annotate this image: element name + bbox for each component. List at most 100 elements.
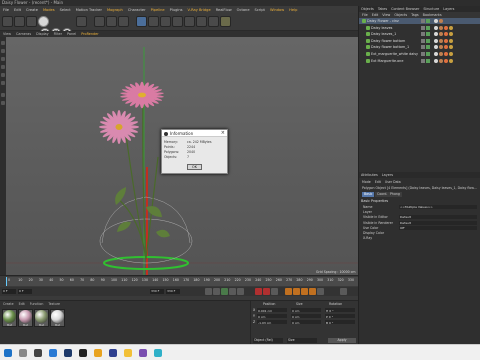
make-editable-tool[interactable] <box>1 41 5 45</box>
material-tag-icon[interactable] <box>444 58 448 63</box>
material-tag-icon[interactable] <box>449 45 453 50</box>
material-menu-create[interactable]: Create <box>3 302 14 306</box>
cube-button[interactable] <box>136 16 147 27</box>
light-button[interactable] <box>220 16 231 27</box>
material-tag-icon[interactable] <box>444 32 448 37</box>
material-tag-icon[interactable] <box>444 45 448 50</box>
position-key-button[interactable] <box>285 288 292 295</box>
object-menu-objects[interactable]: Objects <box>394 13 407 17</box>
end-frame-field[interactable]: 330 F <box>150 289 164 294</box>
material-tag-icon[interactable] <box>439 19 443 23</box>
menu-item-motion-tracker[interactable]: Motion Tracker <box>76 8 102 12</box>
attribute-menu-user-data[interactable]: User Data <box>385 180 401 184</box>
menu-item-character[interactable]: Character <box>128 8 146 12</box>
material-tag-icon[interactable] <box>439 45 443 50</box>
attribute-manager-tab-layers[interactable]: Layers <box>382 173 393 177</box>
material-tag-icon[interactable] <box>439 38 443 43</box>
close-icon[interactable]: × <box>221 130 225 137</box>
cloner-button[interactable] <box>172 16 183 27</box>
material-tag-icon[interactable] <box>449 32 453 37</box>
render-view-button[interactable] <box>94 16 105 27</box>
object-tab-content-browser[interactable]: Content Browser <box>391 7 419 11</box>
move-tool-button[interactable] <box>38 16 49 27</box>
menu-item-realflow[interactable]: RealFlow <box>216 8 232 12</box>
menu-item-octane[interactable]: Octane <box>237 8 250 12</box>
playhead[interactable] <box>6 277 7 286</box>
workplane-tool[interactable] <box>1 101 5 105</box>
rot-field[interactable]: B 0 ° <box>325 320 355 325</box>
material-swatch[interactable]: Mat <box>34 309 49 327</box>
redo-button[interactable] <box>14 16 25 27</box>
parameter-key-button[interactable] <box>309 288 316 295</box>
visibility-toggle-icon[interactable] <box>421 25 425 30</box>
object-row[interactable]: Ext_marguerite_white daisy <box>359 51 480 57</box>
coordinate-mode-dropdown[interactable]: Object (Rel) <box>253 338 283 343</box>
object-tab-objects[interactable]: Objects <box>361 7 374 11</box>
x-app-icon[interactable] <box>79 349 87 357</box>
menu-item-script[interactable]: Script <box>255 8 265 12</box>
rot-field[interactable]: H 0 ° <box>325 308 355 313</box>
enable-check-icon[interactable] <box>426 25 430 30</box>
material-menu-function[interactable]: Function <box>30 302 44 306</box>
material-swatch[interactable]: Mat <box>50 309 65 327</box>
app2-icon[interactable] <box>154 349 162 357</box>
object-tab-structure[interactable]: Structure <box>423 7 439 11</box>
material-tag-icon[interactable] <box>434 19 438 23</box>
attribute-field[interactable]: Default <box>399 215 477 220</box>
next-frame-button[interactable] <box>229 288 236 295</box>
keyframe-selection-button[interactable] <box>271 288 278 295</box>
attribute-tab-phong[interactable]: Phong <box>388 192 402 197</box>
size-field[interactable]: 0 cm <box>291 308 321 313</box>
polygons-mode-tool[interactable] <box>1 81 5 85</box>
material-tag-icon[interactable] <box>444 52 448 56</box>
enable-check-icon[interactable] <box>426 19 430 23</box>
material-tag-icon[interactable] <box>449 58 453 63</box>
menu-item-v-ray-bridge[interactable]: V-Ray Bridge <box>188 8 211 12</box>
preview-end-field[interactable]: 330 F <box>166 289 180 294</box>
enable-check-icon[interactable] <box>426 45 430 50</box>
go-to-start-button[interactable] <box>205 288 212 295</box>
go-to-end-button[interactable] <box>237 288 244 295</box>
app-icon[interactable] <box>139 349 147 357</box>
edge-icon[interactable] <box>49 349 57 357</box>
visibility-toggle-icon[interactable] <box>421 52 425 56</box>
attribute-tab-basic[interactable]: Basic <box>362 192 375 197</box>
material-swatch[interactable]: Mat <box>18 309 33 327</box>
object-tab-takes[interactable]: Takes <box>378 7 387 11</box>
menu-item-help[interactable]: Help <box>289 8 297 12</box>
object-menu-view[interactable]: View <box>382 13 390 17</box>
menu-item-modes[interactable]: Modes <box>43 8 55 12</box>
material-tag-icon[interactable] <box>449 38 453 43</box>
menu-item-file[interactable]: File <box>3 8 9 12</box>
chrome-icon[interactable] <box>94 349 102 357</box>
render-settings-button[interactable] <box>118 16 129 27</box>
render-picture-button[interactable] <box>106 16 117 27</box>
enable-check-icon[interactable] <box>426 52 430 56</box>
material-tag-icon[interactable] <box>449 25 453 30</box>
search-icon[interactable] <box>19 349 27 357</box>
play-button[interactable] <box>221 288 228 295</box>
object-row[interactable]: Daisy leaves <box>359 25 480 31</box>
start-frame-field[interactable]: 0 F <box>2 289 16 294</box>
material-tag-icon[interactable] <box>434 52 438 56</box>
viewport-menu-display[interactable]: Display <box>36 32 49 36</box>
material-tag-icon[interactable] <box>439 58 443 63</box>
material-tag-icon[interactable] <box>444 38 448 43</box>
timeline-ruler[interactable]: 0 10 20 30 40 50 60 70 80 90 100 110 120 130 140 150 160… <box>6 277 358 286</box>
texture-mode-tool[interactable] <box>1 57 5 61</box>
pos-field[interactable]: 0 cm <box>257 314 287 319</box>
object-row[interactable]: Daisy leaves_1 <box>359 31 480 37</box>
edges-mode-tool[interactable] <box>1 73 5 77</box>
size-field[interactable]: 0 cm <box>291 314 321 319</box>
material-tag-icon[interactable] <box>434 45 438 50</box>
material-tag-icon[interactable] <box>449 52 453 56</box>
attribute-menu-mode[interactable]: Mode <box>362 180 371 184</box>
points-mode-tool[interactable] <box>1 65 5 69</box>
menu-item-select[interactable]: Select <box>60 8 71 12</box>
visibility-toggle-icon[interactable] <box>421 32 425 37</box>
size-mode-dropdown[interactable]: Size <box>287 338 317 343</box>
pla-key-button[interactable] <box>317 288 324 295</box>
enable-check-icon[interactable] <box>426 38 430 43</box>
visibility-toggle-icon[interactable] <box>421 38 425 43</box>
menu-item-window[interactable]: Window <box>270 8 284 12</box>
